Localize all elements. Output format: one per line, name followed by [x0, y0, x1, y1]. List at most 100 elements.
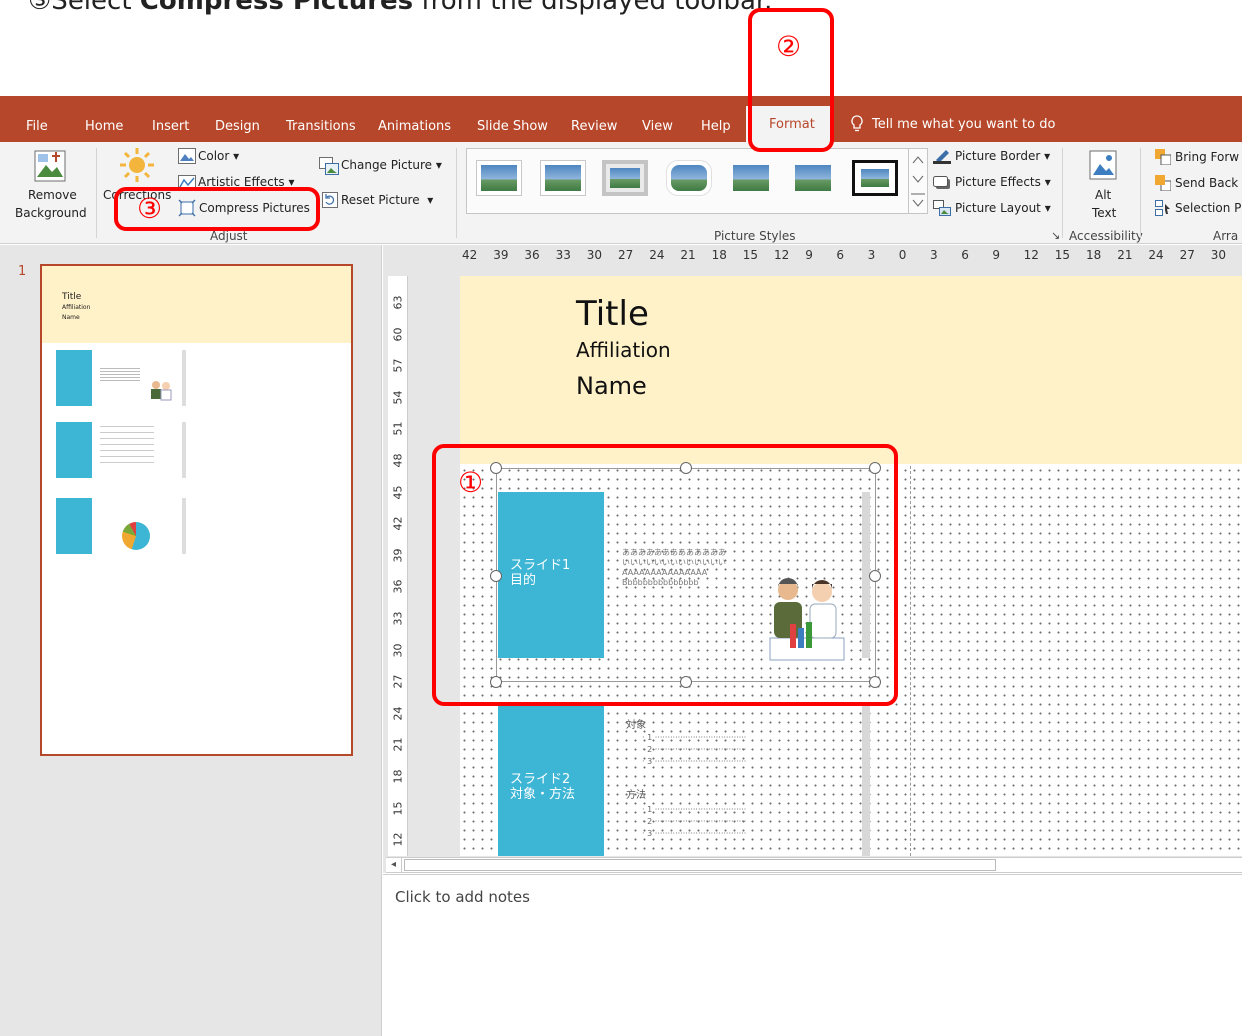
reset-picture-button[interactable]: Reset Picture ▾ [341, 193, 433, 207]
ruler-tick-label: 12 [1023, 248, 1039, 262]
target-method-box[interactable]: スライド2 対象・方法 [498, 706, 604, 856]
callout-selected-picture [432, 444, 898, 706]
list-method: · 1 ····································… [642, 805, 747, 838]
send-backward-button[interactable]: Send Back [1175, 176, 1238, 190]
color-button[interactable]: Color ▾ [198, 149, 239, 163]
ruler-tick-label: 6 [836, 248, 845, 262]
notes-placeholder[interactable]: Click to add notes [395, 888, 530, 906]
picture-style-3[interactable] [602, 160, 648, 196]
tab-review[interactable]: Review [571, 119, 617, 134]
ruler-tick-label: 33 [391, 611, 405, 626]
callout-number-three: ③ [137, 192, 163, 225]
ruler-tick-label: 33 [555, 248, 571, 262]
tab-transitions[interactable]: Transitions [286, 119, 356, 134]
tab-design[interactable]: Design [215, 119, 260, 134]
guide-line [910, 466, 911, 856]
change-picture-label: Change Picture [341, 158, 433, 172]
ruler-tick-label: 18 [1086, 248, 1102, 262]
slide-affiliation[interactable]: Affiliation [576, 338, 671, 362]
lightbulb-icon [851, 115, 863, 132]
ruler-tick-label: 9 [805, 248, 813, 262]
selection-pane-icon[interactable] [1155, 200, 1171, 220]
ribbon-separator [1140, 148, 1141, 238]
remove-background-icon[interactable] [34, 150, 66, 188]
remove-background-label-2[interactable]: Background [15, 206, 87, 220]
color-icon[interactable] [178, 148, 196, 168]
tab-insert[interactable]: Insert [152, 119, 189, 134]
thumb-list-lines [100, 426, 154, 466]
ruler-tick-label: 60 [391, 327, 405, 342]
ruler-tick-label: 15 [1054, 248, 1071, 262]
tell-me-search[interactable]: Tell me what you want to do [850, 115, 1055, 133]
scroll-left-icon[interactable]: ◂ [386, 858, 402, 872]
thumb-box-3 [56, 498, 92, 554]
callout-number-two: ② [776, 30, 802, 63]
tab-view[interactable]: View [642, 119, 673, 134]
alt-text-label-2[interactable]: Text [1092, 206, 1116, 220]
reset-picture-icon[interactable] [322, 192, 338, 212]
slide-thumbnail-1[interactable]: Title Affiliation Name [40, 264, 353, 756]
ruler-tick-label: 36 [391, 579, 405, 594]
tab-animations[interactable]: Animations [378, 119, 451, 134]
thumb-doctors-icon [148, 378, 174, 404]
gallery-scroll[interactable] [908, 148, 928, 218]
tell-me-label: Tell me what you want to do [872, 116, 1056, 132]
instruction-text: ③Select Compress Pictures from the displ… [28, 0, 772, 16]
picture-effects-icon[interactable] [933, 175, 951, 194]
ruler-tick-label: 48 [391, 453, 405, 468]
selection-pane-button[interactable]: Selection P [1175, 201, 1241, 215]
callout-number-one: ① [458, 466, 484, 499]
picture-layout-button[interactable]: Picture Layout ▾ [955, 201, 1051, 215]
change-picture-icon[interactable] [319, 157, 339, 179]
tab-file[interactable]: File [26, 119, 48, 134]
ruler-tick-label: 42 [391, 516, 405, 531]
corrections-sun-icon[interactable] [118, 146, 156, 188]
change-picture-button[interactable]: Change Picture ▾ [341, 158, 442, 172]
group-adjust-title: Adjust [210, 229, 248, 243]
picture-style-6[interactable] [790, 160, 836, 196]
tab-help[interactable]: Help [701, 119, 731, 134]
slide-title[interactable]: Title [576, 294, 649, 334]
alt-text-icon[interactable] [1089, 150, 1117, 184]
ruler-tick-label: 42 [462, 248, 478, 262]
picture-border-button[interactable]: Picture Border ▾ [955, 149, 1050, 163]
remove-background-label[interactable]: Remove [28, 188, 77, 202]
ruler-tick-label: 21 [1117, 248, 1133, 262]
slide-name[interactable]: Name [576, 372, 647, 400]
send-backward-icon[interactable] [1155, 175, 1172, 195]
list-target: · 1 ····································… [642, 733, 747, 766]
horizontal-scrollbar[interactable]: ◂ [386, 857, 1242, 873]
alt-text-label[interactable]: Alt [1095, 188, 1111, 202]
picture-layout-icon[interactable] [933, 200, 951, 220]
ruler-tick-label: 24 [391, 706, 405, 721]
ruler-tick-label: 12 [391, 832, 405, 847]
bring-forward-icon[interactable] [1155, 149, 1172, 169]
picture-style-1[interactable] [476, 160, 522, 196]
ruler-tick-label: 3 [867, 248, 876, 262]
picture-style-5[interactable] [728, 160, 774, 196]
list-num: 3 [647, 829, 653, 838]
ruler-tick-label: 45 [391, 485, 405, 500]
picture-style-7[interactable] [852, 160, 898, 196]
group-accessibility-title: Accessibility [1069, 229, 1143, 243]
thumb-box-1 [56, 350, 92, 406]
picture-border-icon[interactable] [933, 148, 951, 168]
picture-style-4[interactable] [666, 160, 712, 196]
bring-forward-button[interactable]: Bring Forw [1175, 150, 1239, 164]
style-preview [733, 165, 769, 191]
picture-style-2[interactable] [540, 160, 586, 196]
thumb-bar [182, 498, 186, 554]
dialog-launcher-icon[interactable]: ↘ [1051, 229, 1060, 242]
picture-border-label: Picture Border [955, 149, 1041, 163]
vertical-ruler: 63 60 57 54 51 48 45 42 39 36 33 30 27 24 21 18 15 12 [388, 276, 408, 856]
picture-effects-label: Picture Effects [955, 175, 1041, 189]
scrollbar-thumb[interactable] [404, 859, 996, 871]
tab-home[interactable]: Home [85, 119, 123, 134]
ribbon-separator [96, 148, 97, 238]
ruler-tick-label: 3 [930, 248, 938, 262]
ruler-tick-label: 24 [649, 248, 665, 262]
list-num: 3 [647, 757, 653, 766]
picture-effects-button[interactable]: Picture Effects ▾ [955, 175, 1051, 189]
section-method: 方法 [626, 790, 646, 801]
tab-slideshow[interactable]: Slide Show [477, 119, 548, 134]
